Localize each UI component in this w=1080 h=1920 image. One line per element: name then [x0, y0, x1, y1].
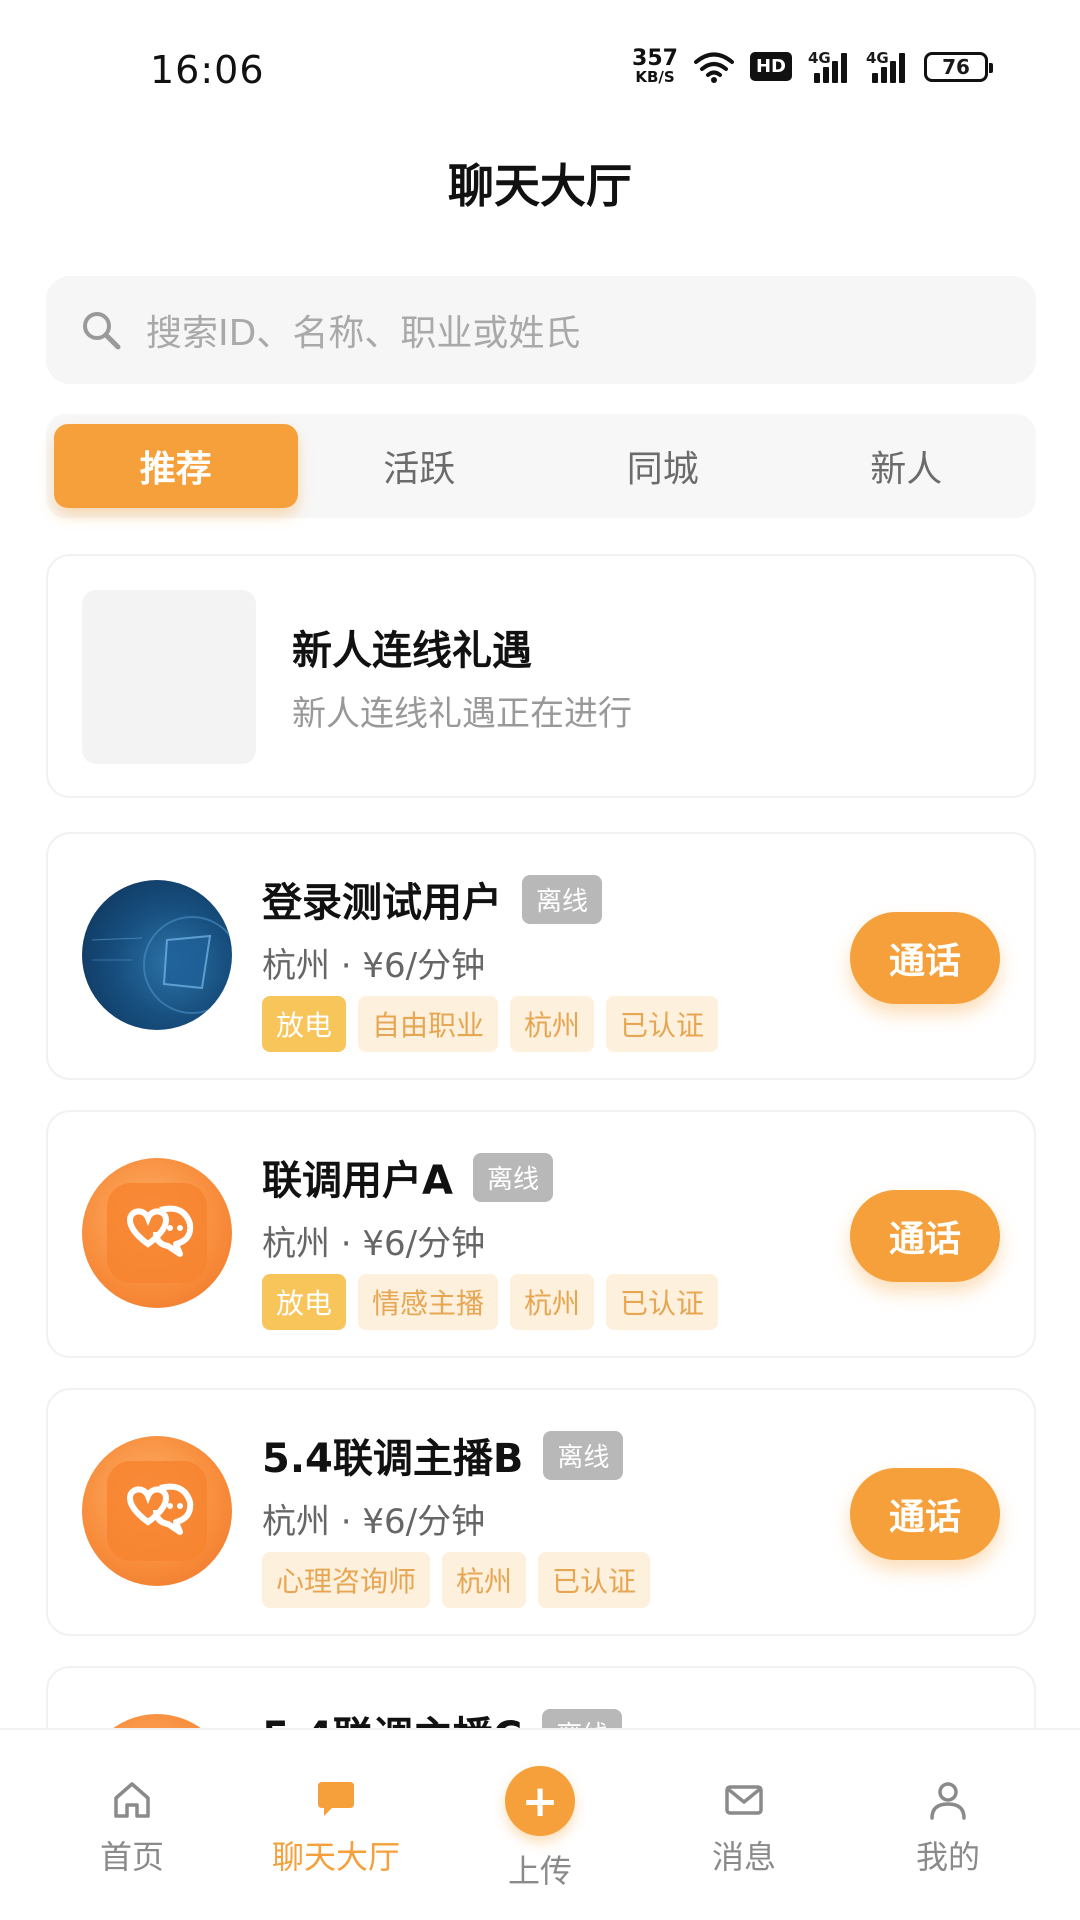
user-name-row: 登录测试用户 离线 — [262, 870, 603, 928]
tag: 杭州 — [510, 996, 595, 1052]
tag: 情感主播 — [358, 1274, 499, 1330]
category-tabs: 推荐 活跃 同城 新人 — [46, 414, 1036, 518]
status-badge: 离线 — [472, 1152, 553, 1202]
tag: 杭州 — [510, 1274, 595, 1330]
user-name-row: 5.4联调主播B 离线 — [262, 1426, 624, 1484]
nav-home[interactable]: 首页 — [24, 1730, 240, 1920]
user-name: 5.4联调主播B — [262, 1436, 524, 1482]
bottom-nav: 首页 聊天大厅 + 上传 消息 我的 — [0, 1728, 1080, 1920]
chat-heart-icon — [107, 1461, 207, 1561]
avatar — [82, 1436, 232, 1586]
tag: 已认证 — [538, 1552, 651, 1608]
call-button[interactable]: 通话 — [850, 1190, 1000, 1282]
tab-active[interactable]: 活跃 — [298, 424, 542, 508]
nav-upload[interactable]: + 上传 — [432, 1730, 648, 1920]
tag: 自由职业 — [358, 996, 499, 1052]
wifi-icon — [693, 52, 734, 83]
user-tags: 心理咨询师 杭州 已认证 — [262, 1552, 651, 1608]
tab-newcomer[interactable]: 新人 — [785, 424, 1029, 508]
tag: 已认证 — [606, 1274, 719, 1330]
battery-icon: 76 — [924, 51, 993, 82]
user-card[interactable]: 登录测试用户 离线 杭州 · ¥6/分钟 放电 自由职业 杭州 已认证 通话 — [46, 832, 1036, 1080]
user-meta: 杭州 · ¥6/分钟 — [262, 946, 486, 986]
signal-label: 4G — [866, 48, 889, 67]
status-badge: 离线 — [522, 874, 603, 924]
person-icon — [930, 1782, 966, 1820]
tag: 心理咨询师 — [262, 1552, 431, 1608]
avatar — [82, 1158, 232, 1308]
avatar-image — [91, 916, 232, 1014]
tab-same-city[interactable]: 同城 — [541, 424, 785, 508]
promo-card[interactable]: 新人连线礼遇 新人连线礼遇正在进行 — [46, 554, 1036, 798]
tag: 放电 — [262, 996, 347, 1052]
plus-icon: + — [505, 1766, 575, 1836]
signal-icon: 4G — [808, 48, 850, 83]
status-time: 16:06 — [150, 48, 265, 92]
chat-hall-screen: 16:06 357 KB/S HD 4G 4G 76 聊天大厅 搜索ID、名称、… — [0, 0, 1080, 1920]
user-meta: 杭州 · ¥6/分钟 — [262, 1502, 486, 1542]
search-placeholder: 搜索ID、名称、职业或姓氏 — [146, 313, 581, 354]
user-card[interactable]: 联调用户A 离线 杭州 · ¥6/分钟 放电 情感主播 杭州 已认证 通话 — [46, 1110, 1036, 1358]
signal-label: 4G — [808, 48, 831, 67]
user-meta: 杭州 · ¥6/分钟 — [262, 1224, 486, 1264]
status-badge: 离线 — [543, 1430, 624, 1480]
call-button[interactable]: 通话 — [850, 1468, 1000, 1560]
hd-icon: HD — [749, 52, 792, 81]
tag: 放电 — [262, 1274, 347, 1330]
user-tags: 放电 自由职业 杭州 已认证 — [262, 996, 719, 1052]
user-name-row: 联调用户A 离线 — [262, 1148, 553, 1206]
nav-profile[interactable]: 我的 — [840, 1730, 1056, 1920]
tab-recommend[interactable]: 推荐 — [54, 424, 298, 508]
nav-label: 聊天大厅 — [271, 1838, 400, 1876]
nav-label: 消息 — [711, 1838, 776, 1876]
chat-heart-icon — [107, 1183, 207, 1283]
status-icons: 357 KB/S HD 4G 4G 76 — [632, 48, 993, 85]
network-speed-value: 357 — [632, 46, 678, 71]
search-input[interactable]: 搜索ID、名称、职业或姓氏 — [46, 276, 1036, 384]
network-speed: 357 KB/S — [632, 48, 678, 85]
call-button[interactable]: 通话 — [850, 912, 1000, 1004]
home-icon — [114, 1782, 150, 1818]
promo-title: 新人连线礼遇 — [292, 628, 532, 674]
avatar — [82, 880, 232, 1030]
promo-image — [82, 590, 256, 764]
nav-messages[interactable]: 消息 — [636, 1730, 852, 1920]
mail-icon — [725, 1785, 763, 1815]
user-tags: 放电 情感主播 杭州 已认证 — [262, 1274, 719, 1330]
user-card[interactable]: 5.4联调主播B 离线 杭州 · ¥6/分钟 心理咨询师 杭州 已认证 通话 — [46, 1388, 1036, 1636]
tag: 杭州 — [442, 1552, 527, 1608]
nav-label: 首页 — [99, 1838, 164, 1876]
status-bar: 16:06 357 KB/S HD 4G 4G 76 — [0, 0, 1080, 150]
page-title: 聊天大厅 — [448, 159, 632, 213]
promo-subtitle: 新人连线礼遇正在进行 — [292, 694, 632, 734]
nav-chat-hall[interactable]: 聊天大厅 — [228, 1730, 444, 1920]
tag: 已认证 — [606, 996, 719, 1052]
battery-level: 76 — [942, 54, 970, 79]
signal-icon: 4G — [866, 48, 908, 83]
network-speed-unit: KB/S — [635, 68, 675, 86]
chat-bubble-icon — [318, 1782, 354, 1816]
user-name: 登录测试用户 — [262, 880, 502, 926]
search-icon — [83, 312, 121, 350]
user-name: 联调用户A — [262, 1158, 453, 1204]
nav-label: 我的 — [915, 1838, 980, 1876]
nav-label: 上传 — [507, 1852, 572, 1890]
